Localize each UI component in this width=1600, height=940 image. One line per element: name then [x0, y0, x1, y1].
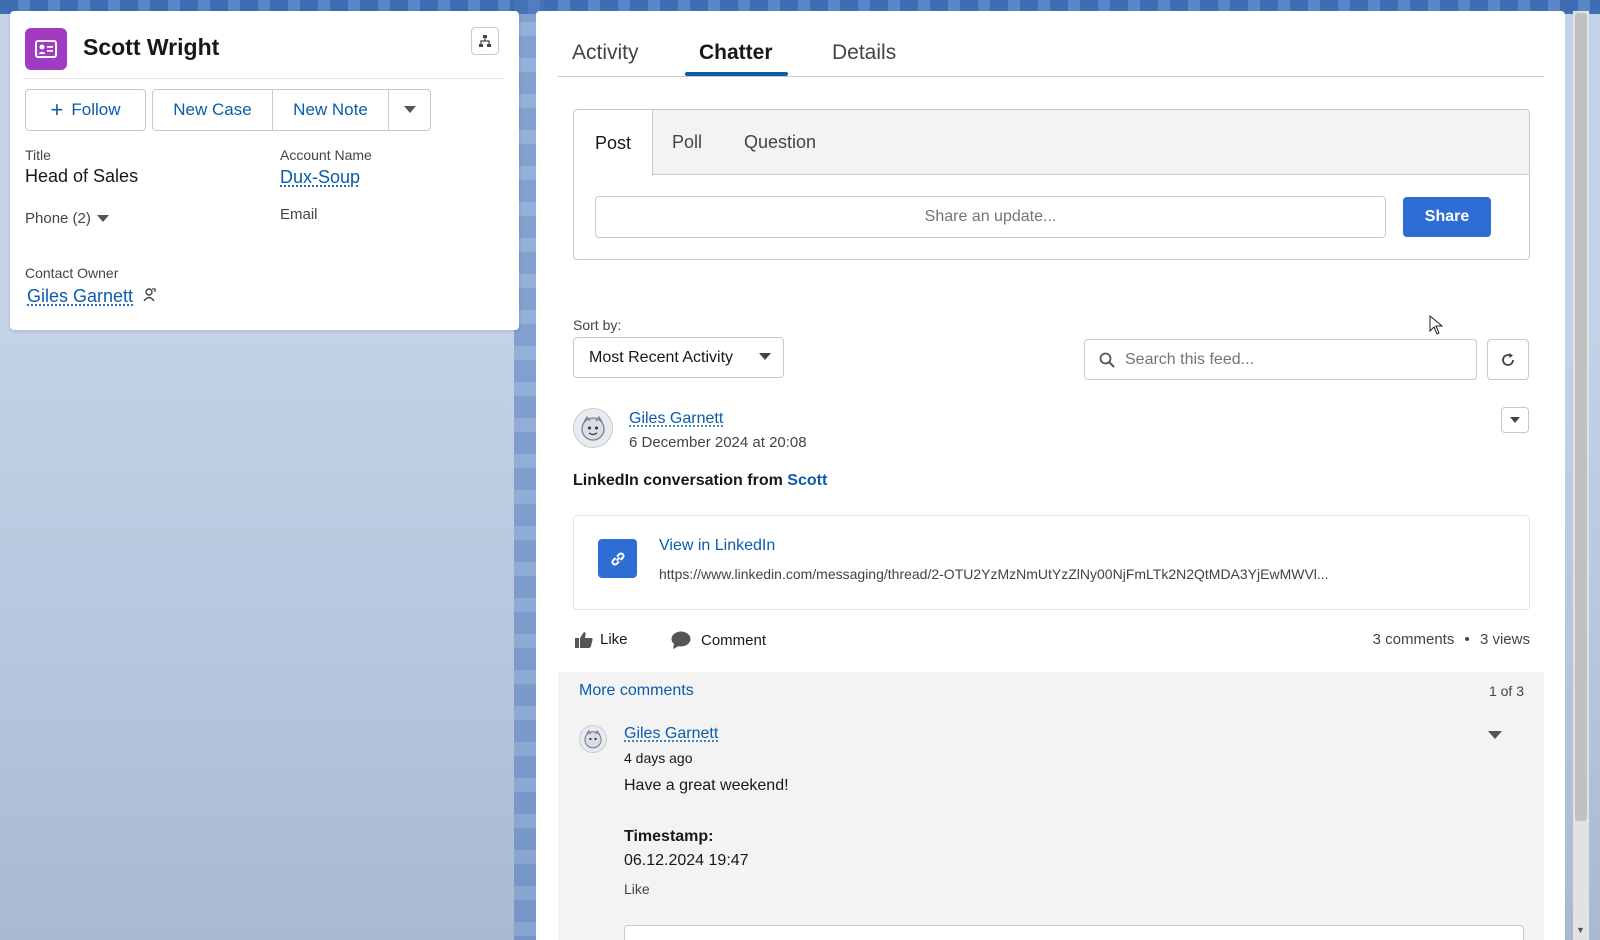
stats-separator: •: [1464, 631, 1470, 648]
card-divider: [25, 78, 503, 79]
like-label: Like: [600, 631, 628, 648]
account-name-link[interactable]: Dux-Soup: [280, 167, 360, 188]
post-actions-bar: Like Comment 3 comments • 3 views: [573, 631, 1530, 655]
phone-field[interactable]: Phone (2): [25, 210, 109, 227]
change-owner-icon: [143, 288, 156, 302]
hierarchy-icon: [479, 35, 491, 47]
comment-icon: [671, 631, 691, 649]
astro-avatar-icon: [581, 415, 605, 441]
contact-owner-link[interactable]: Giles Garnett: [27, 286, 133, 307]
post-date[interactable]: 6 December 2024 at 20:08: [629, 434, 807, 451]
comment-timestamp-value: 06.12.2024 19:47: [624, 852, 749, 869]
title-value: Head of Sales: [25, 166, 139, 186]
chevron-down-icon: [759, 353, 771, 360]
sort-by-label: Sort by:: [573, 317, 622, 333]
comment-input[interactable]: [624, 925, 1524, 940]
link-preview-card[interactable]: View in LinkedIn https://www.linkedin.co…: [573, 515, 1530, 610]
tab-details[interactable]: Details: [832, 41, 896, 65]
chevron-down-icon: [96, 214, 109, 222]
search-feed-placeholder: Search this feed...: [1125, 350, 1254, 368]
tab-chatter[interactable]: Chatter: [699, 41, 773, 65]
like-button[interactable]: Like: [575, 631, 628, 648]
publisher: Post Poll Question Share an update... Sh…: [573, 109, 1530, 260]
chatter-panel: Activity Chatter Details Post Poll Quest…: [536, 11, 1565, 940]
refresh-feed-button[interactable]: [1487, 339, 1529, 380]
more-actions-button[interactable]: [388, 89, 431, 131]
scrollbar-thumb[interactable]: [1575, 13, 1587, 821]
mention-link[interactable]: Scott: [787, 472, 827, 489]
plus-icon: +: [50, 97, 64, 122]
scroll-down-arrow-icon[interactable]: ▼: [1576, 925, 1585, 935]
comment-actions-menu[interactable]: [1488, 727, 1502, 745]
link-icon: [598, 539, 637, 578]
comments-count[interactable]: 3 comments: [1373, 631, 1455, 648]
hierarchy-button[interactable]: [471, 27, 499, 55]
comment-time[interactable]: 4 days ago: [624, 750, 693, 766]
new-note-button[interactable]: New Note: [272, 89, 389, 131]
contact-owner-label: Contact Owner: [25, 265, 119, 281]
search-feed-input[interactable]: Search this feed...: [1084, 339, 1477, 380]
publisher-tab-question[interactable]: Question: [744, 132, 816, 153]
post-body-text: LinkedIn conversation from: [573, 472, 788, 489]
comment-like-button[interactable]: Like: [624, 881, 650, 897]
comment-timestamp-label: Timestamp:: [624, 828, 714, 845]
avatar[interactable]: [573, 408, 613, 448]
follow-label: Follow: [71, 100, 121, 119]
tab-activity[interactable]: Activity: [572, 41, 639, 65]
email-label: Email: [280, 206, 318, 223]
comment-text: Have a great weekend!: [624, 777, 789, 794]
comments-page-count: 1 of 3: [1488, 683, 1524, 699]
publisher-tab-poll[interactable]: Poll: [672, 132, 702, 153]
search-icon: [1099, 352, 1115, 368]
contact-highlights-card: Scott Wright + Follow New Case New Note …: [10, 11, 519, 330]
tabs-divider: [558, 76, 1544, 77]
publisher-tab-post[interactable]: Post: [574, 110, 653, 176]
mouse-cursor-icon: [1429, 314, 1444, 340]
astro-avatar-icon: [584, 729, 602, 749]
sort-select[interactable]: Most Recent Activity: [573, 337, 784, 378]
post-author-link[interactable]: Giles Garnett: [629, 410, 723, 428]
share-update-input[interactable]: Share an update...: [595, 196, 1386, 238]
follow-button[interactable]: + Follow: [25, 89, 146, 131]
account-name-label: Account Name: [280, 147, 372, 163]
contact-icon: [25, 28, 67, 70]
post-actions-menu[interactable]: [1501, 407, 1529, 433]
title-label: Title: [25, 147, 51, 163]
contact-name: Scott Wright: [83, 34, 220, 60]
refresh-icon: [1502, 352, 1514, 366]
comment-button[interactable]: Comment: [671, 631, 766, 649]
new-case-button[interactable]: New Case: [152, 89, 273, 131]
views-count: 3 views: [1479, 631, 1530, 648]
comment-label: Comment: [701, 631, 767, 649]
comments-section: More comments 1 of 3 Giles Garnett 4 day…: [558, 672, 1544, 940]
sort-select-value: Most Recent Activity: [589, 348, 734, 366]
phone-label: Phone (2): [25, 210, 91, 227]
avatar[interactable]: [579, 725, 607, 753]
thumbs-up-icon: [575, 631, 593, 648]
post-body: LinkedIn conversation from Scott: [573, 472, 827, 490]
chevron-down-icon: [1510, 416, 1520, 423]
link-url: https://www.linkedin.com/messaging/threa…: [659, 566, 1329, 582]
more-comments-link[interactable]: More comments: [579, 682, 694, 700]
chevron-down-icon: [1488, 731, 1502, 739]
comment-author-link[interactable]: Giles Garnett: [624, 725, 718, 743]
chevron-down-icon: [403, 106, 416, 113]
publisher-tabbar: [574, 110, 1529, 175]
post-stats: 3 comments • 3 views: [1373, 631, 1530, 648]
page-scrollbar[interactable]: ▼: [1573, 11, 1589, 940]
change-owner-button[interactable]: [141, 287, 157, 308]
share-button[interactable]: Share: [1403, 197, 1491, 237]
link-title[interactable]: View in LinkedIn: [659, 537, 775, 555]
